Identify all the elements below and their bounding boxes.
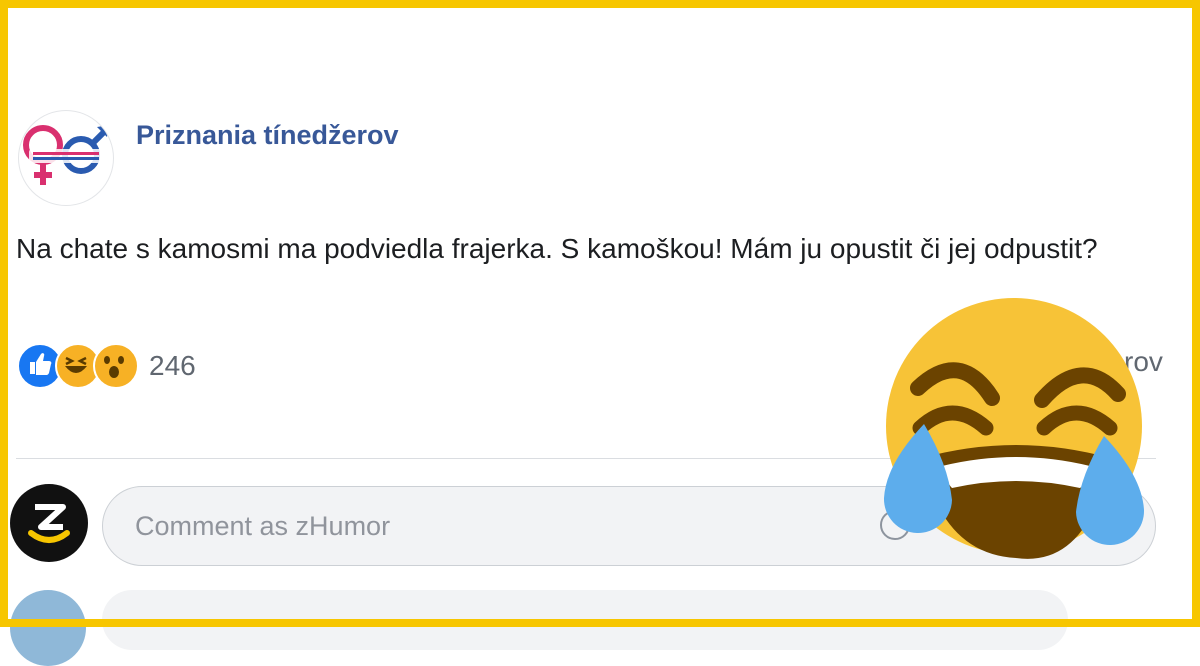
comment-bubble xyxy=(102,590,1068,650)
reactions-summary[interactable]: 246 xyxy=(17,343,196,389)
post-text: Na chate s kamosmi ma podviedla frajerka… xyxy=(16,233,1098,264)
user-avatar[interactable] xyxy=(10,484,88,562)
reaction-icons xyxy=(17,343,139,389)
face-with-tears-of-joy-icon xyxy=(883,298,1145,559)
reaction-count[interactable]: 246 xyxy=(149,350,196,382)
page-logo-icon xyxy=(23,125,109,185)
page-avatar[interactable] xyxy=(18,110,114,206)
commenter-avatar[interactable] xyxy=(10,590,86,666)
wow-icon xyxy=(93,343,139,389)
page-name[interactable]: Priznania tínedžerov xyxy=(136,120,399,151)
post-header: Priznania tínedžerov xyxy=(18,110,399,206)
zhumor-logo-icon xyxy=(28,504,70,543)
